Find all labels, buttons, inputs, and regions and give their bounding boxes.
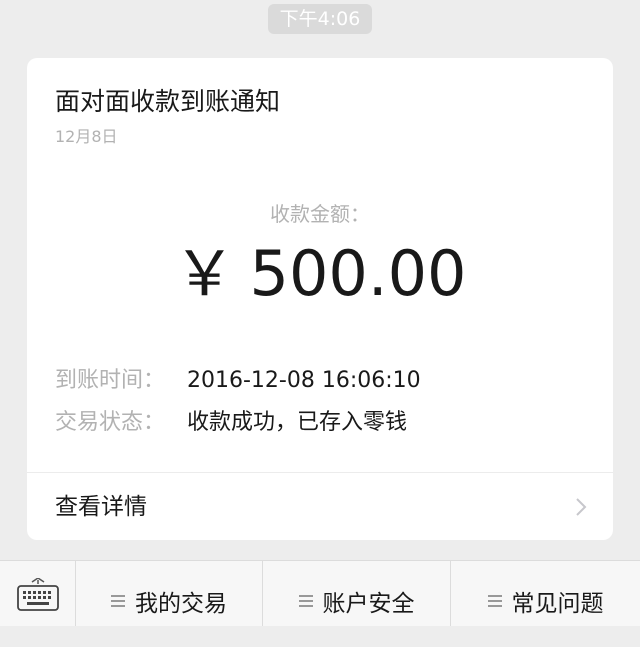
menu-icon bbox=[487, 594, 502, 607]
chevron-right-icon bbox=[576, 498, 587, 516]
detail-row-transaction-status: 交易状态： 收款成功，已存入零钱 bbox=[55, 408, 407, 438]
menu-icon bbox=[298, 594, 313, 607]
view-details-label: 查看详情 bbox=[55, 494, 147, 520]
menu-item-content: 我的交易 bbox=[76, 561, 262, 626]
detail-row-arrival-time: 到账时间： 2016-12-08 16:06:10 bbox=[55, 366, 421, 396]
amount-number: 500.00 bbox=[249, 237, 467, 310]
keyboard-icon bbox=[17, 578, 59, 611]
view-details-button[interactable]: 查看详情 bbox=[27, 473, 613, 540]
message-timestamp: 下午4:06 bbox=[268, 4, 372, 34]
menu-my-transactions[interactable]: 我的交易 bbox=[76, 561, 263, 626]
amount-label: 收款金额： bbox=[270, 202, 370, 226]
card-date: 12月8日 bbox=[55, 127, 118, 146]
menu-label: 账户安全 bbox=[322, 591, 415, 617]
menu-faq[interactable]: 常见问题 bbox=[451, 561, 640, 626]
detail-value: 2016-12-08 16:06:10 bbox=[187, 368, 421, 393]
detail-key: 交易状态： bbox=[55, 410, 166, 435]
card-title: 面对面收款到账通知 bbox=[55, 87, 281, 116]
detail-value: 收款成功，已存入零钱 bbox=[187, 410, 408, 435]
menu-item-content: 常见问题 bbox=[451, 561, 640, 626]
menu-label: 常见问题 bbox=[511, 591, 604, 617]
bottom-menu-bar: 我的交易 账户安全 常见问题 bbox=[0, 560, 640, 626]
currency-symbol: ￥ bbox=[173, 237, 236, 310]
menu-label: 我的交易 bbox=[135, 591, 227, 617]
menu-item-content: 账户安全 bbox=[263, 561, 450, 626]
menu-account-security[interactable]: 账户安全 bbox=[263, 561, 451, 626]
menu-icon bbox=[111, 594, 125, 607]
amount-value: ￥ 500.00 bbox=[27, 236, 613, 312]
payment-notification-card: 面对面收款到账通知 12月8日 收款金额： ￥ 500.00 到账时间： 2016-… bbox=[27, 58, 613, 540]
detail-key: 到账时间： bbox=[55, 368, 166, 393]
keyboard-toggle-button[interactable] bbox=[0, 561, 76, 626]
